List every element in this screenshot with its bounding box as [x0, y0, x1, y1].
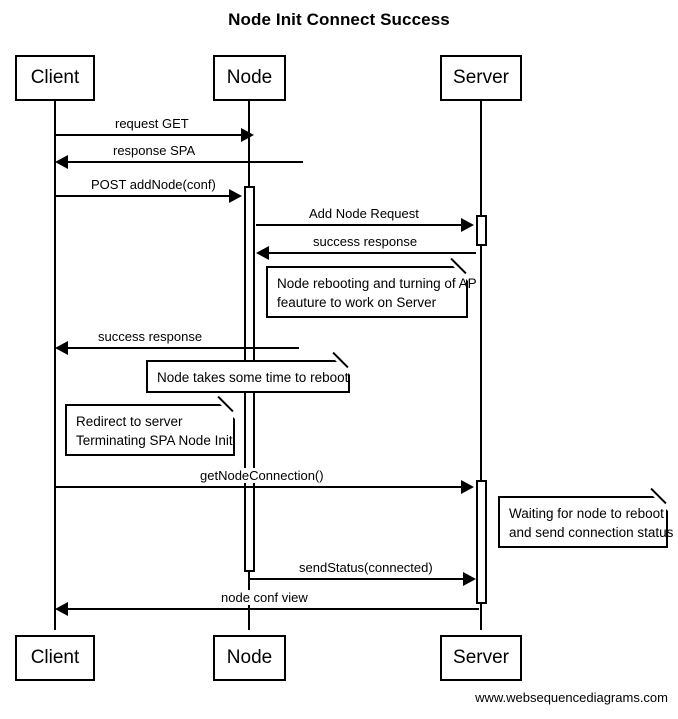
note-node-reboot-time-line-1: Node takes some time to reboot: [157, 370, 349, 385]
participant-server-label-top: Server: [453, 67, 509, 88]
participant-node-bottom[interactable]: Node: [213, 635, 286, 681]
note-server-waiting-line-1: Waiting for node to reboot: [509, 506, 664, 521]
note-client-redirect-line-1: Redirect to server: [76, 414, 183, 429]
note-node-rebooting-line-2: feauture to work on Server: [277, 295, 437, 310]
footer-credit: www.websequencediagrams.com: [475, 690, 668, 705]
message-label-post-addnode: POST addNode(conf): [88, 177, 219, 192]
sequence-diagram: Node Init Connect Success Client Node Se…: [0, 0, 678, 719]
message-label-success-response-server: success response: [310, 234, 421, 249]
participant-node-label-bottom: Node: [226, 647, 273, 668]
participant-server-top[interactable]: Server: [440, 55, 522, 101]
note-server-waiting-line-2: and send connection status: [509, 525, 674, 540]
participant-client-label-top: Client: [30, 67, 80, 88]
message-label-node-conf-view: node conf view: [218, 590, 311, 605]
note-node-rebooting-line-1: Node rebooting and turning of AP: [277, 276, 477, 291]
message-label-send-status: sendStatus(connected): [296, 560, 436, 575]
participant-server-bottom[interactable]: Server: [440, 635, 522, 681]
note-node-rebooting: Node rebooting and turning of AP feautur…: [266, 257, 477, 318]
note-client-redirect-line-2: Terminating SPA Node Init: [76, 433, 233, 448]
message-label-success-response-client: success response: [95, 329, 206, 344]
note-node-reboot-time: Node takes some time to reboot: [146, 351, 350, 393]
message-label-request-get: request GET: [112, 116, 192, 131]
participant-client-bottom[interactable]: Client: [15, 635, 95, 681]
note-client-redirect: Redirect to server Terminating SPA Node …: [65, 395, 235, 456]
note-server-waiting: Waiting for node to reboot and send conn…: [498, 487, 674, 548]
participant-client-label-bottom: Client: [30, 647, 80, 668]
activation-server-connection: [476, 480, 487, 604]
participant-node-top[interactable]: Node: [213, 55, 286, 101]
message-label-response-spa: response SPA: [110, 143, 199, 158]
activation-server-addnode: [476, 215, 487, 246]
participant-client-top[interactable]: Client: [15, 55, 95, 101]
page-title: Node Init Connect Success: [228, 10, 450, 29]
participant-server-label-bottom: Server: [453, 647, 509, 668]
participant-node-label-top: Node: [226, 67, 273, 88]
message-label-get-node-connection: getNodeConnection(): [197, 468, 327, 483]
lifeline-client: [54, 100, 56, 630]
message-label-add-node-request: Add Node Request: [306, 206, 422, 221]
